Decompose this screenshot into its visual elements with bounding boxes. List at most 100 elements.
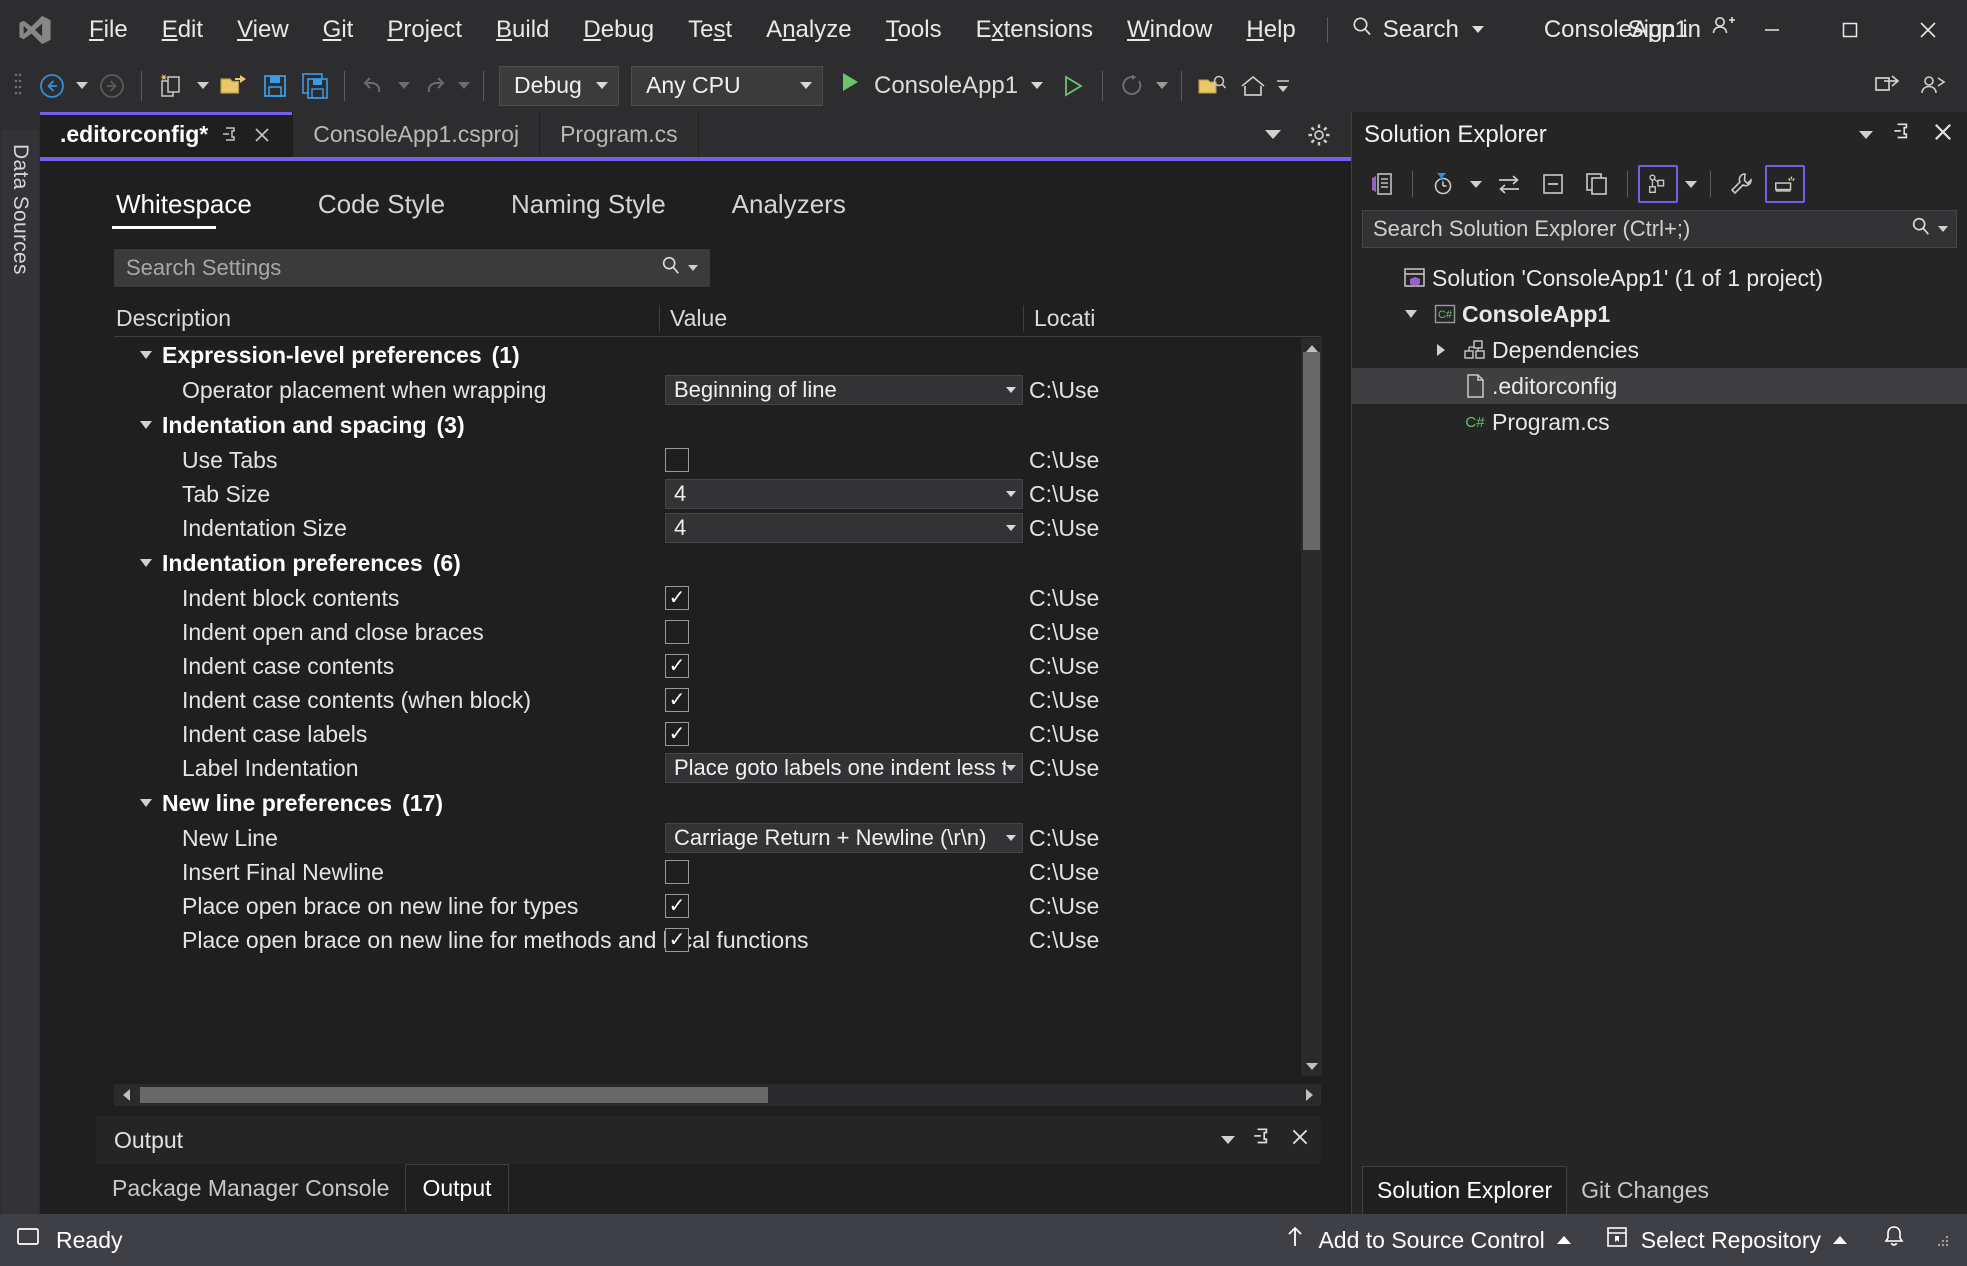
document-tab-csproj[interactable]: ConsoleApp1.csproj — [293, 112, 541, 157]
run-without-debugging-icon[interactable] — [1053, 65, 1093, 107]
chevron-down-icon[interactable] — [1221, 1136, 1235, 1144]
pin-tab-icon[interactable] — [220, 125, 240, 145]
tab-whitespace[interactable]: Whitespace — [112, 189, 276, 229]
vertical-scroll-thumb[interactable] — [1303, 352, 1320, 550]
menu-item-tools[interactable]: Tools — [869, 0, 959, 59]
tab-git-changes[interactable]: Git Changes — [1567, 1166, 1723, 1214]
search-settings-input[interactable]: Search Settings — [114, 249, 710, 287]
settings-row[interactable]: Label Indentation Place goto labels one i… — [114, 751, 1321, 785]
tab-solution-explorer[interactable]: Solution Explorer — [1362, 1166, 1568, 1214]
expander-collapse-icon[interactable] — [1394, 310, 1428, 318]
settings-row[interactable]: Indent case contents (when block) ✓ C:\Use — [114, 683, 1321, 717]
setting-checkbox[interactable] — [665, 620, 689, 644]
close-icon[interactable] — [1931, 120, 1955, 151]
view-class-diagram-dropdown-icon[interactable] — [1682, 180, 1700, 188]
pending-changes-filter-icon[interactable] — [1423, 165, 1463, 203]
settings-vertical-scrollbar[interactable] — [1301, 338, 1322, 1076]
show-all-files-icon[interactable] — [1577, 165, 1617, 203]
setting-combo[interactable]: Beginning of line — [665, 375, 1023, 405]
pending-changes-dropdown-icon[interactable] — [1467, 180, 1485, 188]
tab-list-dropdown-icon[interactable] — [1253, 114, 1293, 156]
setting-combo[interactable]: Carriage Return + Newline (\r\n) — [665, 823, 1023, 853]
select-repository-button[interactable]: Select Repository — [1591, 1218, 1861, 1262]
settings-group-row[interactable]: Expression-level preferences (1) — [114, 337, 1321, 373]
solution-explorer-search-input[interactable]: Search Solution Explorer (Ctrl+;) — [1362, 210, 1957, 248]
search-icon[interactable] — [660, 254, 682, 282]
setting-checkbox[interactable] — [665, 448, 689, 472]
settings-row[interactable]: Indent open and close braces C:\Use — [114, 615, 1321, 649]
close-icon[interactable] — [1289, 1126, 1311, 1154]
open-file-icon[interactable] — [213, 65, 255, 107]
settings-row[interactable]: Indent case contents ✓ C:\Use — [114, 649, 1321, 683]
settings-group-header[interactable]: Indentation preferences (6) — [114, 550, 461, 577]
setting-checkbox[interactable]: ✓ — [665, 688, 689, 712]
toolbar-overflow-icon[interactable] — [1273, 72, 1293, 100]
new-project-icon[interactable] — [151, 65, 193, 107]
close-icon[interactable] — [1889, 0, 1967, 59]
menu-item-extensions[interactable]: Extensions — [959, 0, 1110, 59]
solution-explorer-home-icon[interactable] — [1362, 165, 1402, 203]
menu-item-test[interactable]: Test — [671, 0, 749, 59]
menu-item-view[interactable]: View — [220, 0, 306, 59]
sign-in-button[interactable]: Sign in — [1628, 0, 1737, 59]
new-project-dropdown-icon[interactable] — [193, 82, 213, 89]
expander-collapse-icon[interactable] — [140, 421, 152, 429]
notifications-button[interactable] — [1867, 1218, 1921, 1262]
expander-collapse-icon[interactable] — [140, 799, 152, 807]
home-icon[interactable] — [1233, 65, 1273, 107]
settings-row[interactable]: Place open brace on new line for types ✓ C… — [114, 889, 1321, 923]
expander-collapse-icon[interactable] — [140, 351, 152, 359]
expander-expand-icon[interactable] — [1424, 344, 1458, 356]
undo-dropdown-icon[interactable] — [394, 82, 414, 89]
chevron-down-icon[interactable] — [1859, 131, 1873, 139]
scroll-left-arrow-icon[interactable] — [114, 1089, 138, 1101]
close-tab-icon[interactable] — [252, 125, 272, 145]
preview-selected-items-icon[interactable] — [1765, 165, 1805, 203]
gear-icon[interactable] — [1299, 114, 1339, 156]
settings-group-row[interactable]: Indentation and spacing (3) — [114, 407, 1321, 443]
tree-node[interactable]: .editorconfig — [1352, 368, 1967, 404]
properties-icon[interactable] — [1721, 165, 1761, 203]
tree-node[interactable]: C# Program.cs — [1352, 404, 1967, 440]
tab-analyzers[interactable]: Analyzers — [728, 189, 870, 229]
hot-reload-icon[interactable] — [1112, 65, 1152, 107]
tree-node[interactable]: Dependencies — [1352, 332, 1967, 368]
undo-icon[interactable] — [354, 65, 394, 107]
redo-icon[interactable] — [414, 65, 454, 107]
settings-horizontal-scrollbar[interactable] — [114, 1084, 1321, 1106]
save-all-icon[interactable] — [295, 65, 335, 107]
menu-item-debug[interactable]: Debug — [566, 0, 671, 59]
settings-group-row[interactable]: New line preferences (17) — [114, 785, 1321, 821]
menu-item-git[interactable]: Git — [306, 0, 371, 59]
settings-row[interactable]: Indent block contents ✓ C:\Use — [114, 581, 1321, 615]
settings-group-row[interactable]: Indentation preferences (6) — [114, 545, 1321, 581]
horizontal-scroll-thumb[interactable] — [140, 1087, 768, 1103]
pin-icon[interactable] — [1251, 1126, 1273, 1154]
sync-with-active-document-icon[interactable] — [1489, 165, 1529, 203]
setting-combo[interactable]: Place goto labels one indent less than c… — [665, 753, 1023, 783]
live-share-icon[interactable] — [1867, 65, 1907, 107]
settings-group-header[interactable]: New line preferences (17) — [114, 790, 443, 817]
scroll-down-arrow-icon[interactable] — [1301, 1056, 1322, 1076]
column-header-location[interactable]: Locati — [1023, 305, 1321, 332]
setting-checkbox[interactable]: ✓ — [665, 928, 689, 952]
setting-combo[interactable]: 4 — [665, 513, 1023, 543]
pin-icon[interactable] — [1891, 121, 1913, 150]
settings-group-header[interactable]: Expression-level preferences (1) — [114, 342, 520, 369]
menu-item-build[interactable]: Build — [479, 0, 566, 59]
settings-row[interactable]: Tab Size 4 C:\Use — [114, 477, 1321, 511]
settings-row[interactable]: Indent case labels ✓ C:\Use — [114, 717, 1321, 751]
settings-group-header[interactable]: Indentation and spacing (3) — [114, 412, 465, 439]
toolbar-grip[interactable] — [10, 69, 26, 103]
start-debugging-button[interactable]: ConsoleApp1 — [829, 65, 1053, 107]
expander-collapse-icon[interactable] — [140, 559, 152, 567]
data-sources-tab[interactable]: Data Sources — [1, 130, 39, 1214]
tree-node[interactable]: Solution 'ConsoleApp1' (1 of 1 project) — [1352, 260, 1967, 296]
minimize-icon[interactable] — [1733, 0, 1811, 59]
navigate-back-dropdown-icon[interactable] — [72, 82, 92, 89]
chevron-down-icon[interactable] — [688, 265, 698, 271]
hot-reload-dropdown-icon[interactable] — [1152, 82, 1172, 89]
navigate-forward-icon[interactable] — [92, 65, 132, 107]
add-to-source-control-button[interactable]: Add to Source Control — [1270, 1218, 1584, 1262]
tree-node[interactable]: C# ConsoleApp1 — [1352, 296, 1967, 332]
